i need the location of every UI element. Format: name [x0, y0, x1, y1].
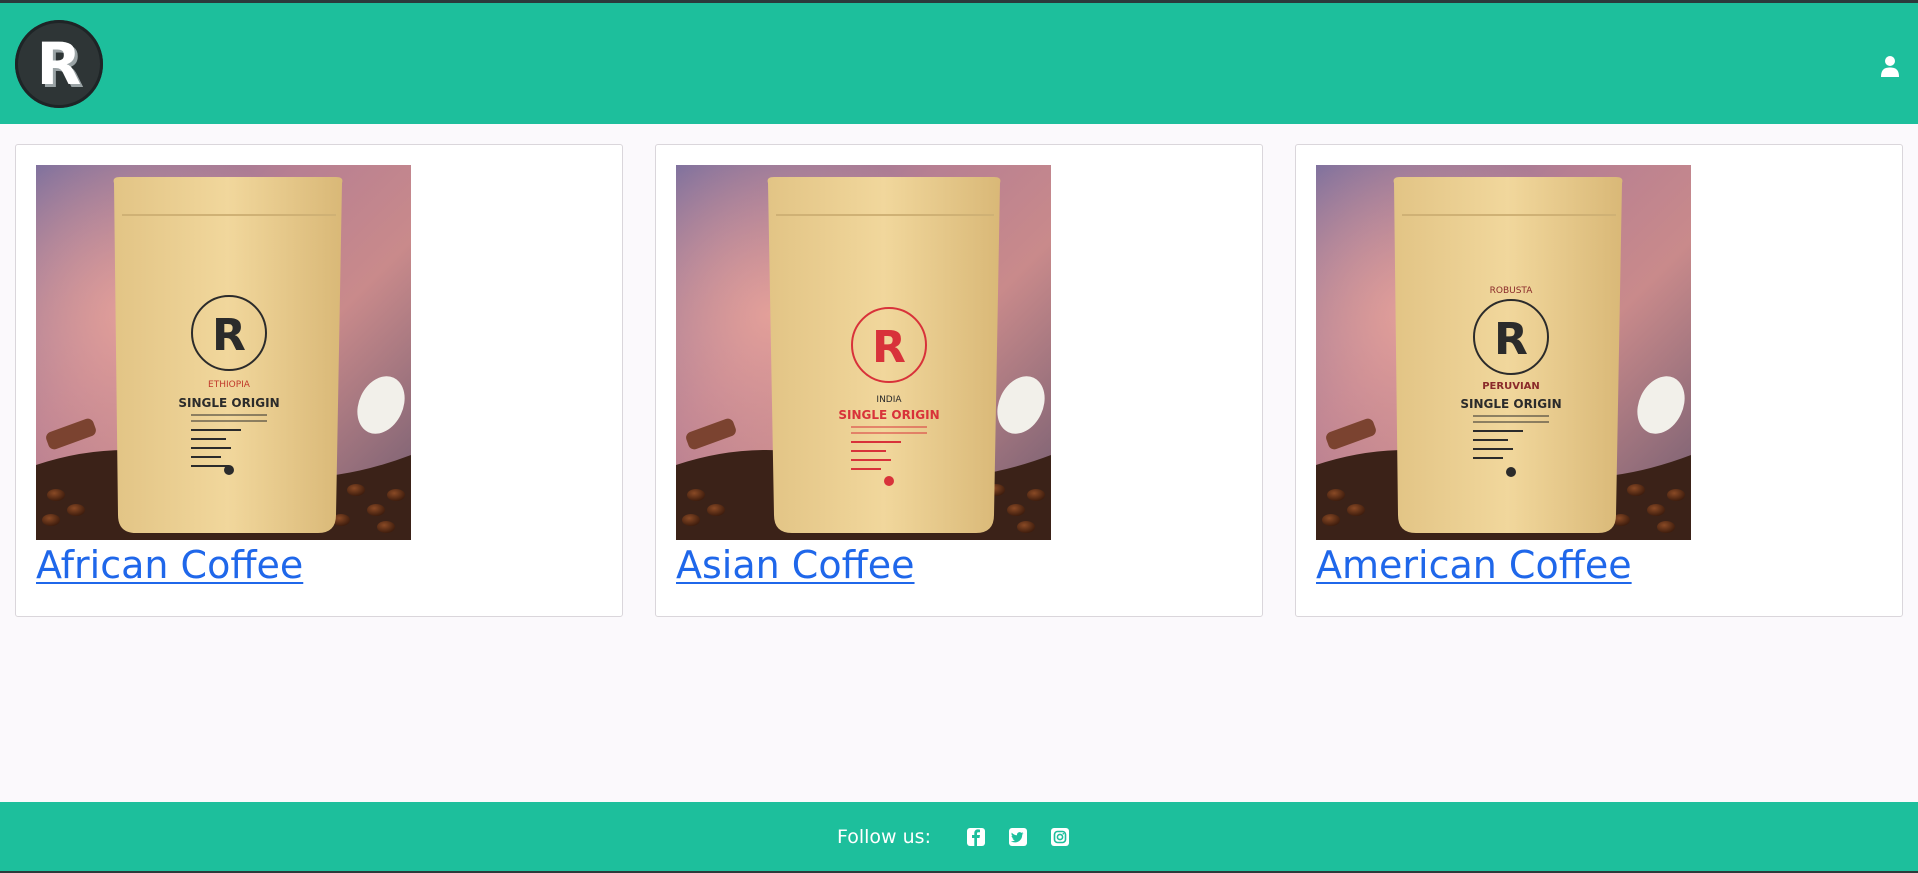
follow-us-label: Follow us:: [837, 825, 931, 848]
svg-text:SINGLE ORIGIN: SINGLE ORIGIN: [838, 408, 939, 422]
svg-text:INDIA: INDIA: [876, 395, 902, 405]
instagram-icon[interactable]: [1050, 827, 1070, 847]
product-image-african[interactable]: R ETHIOPIA SINGLE ORIGIN: [36, 165, 411, 540]
top-navbar: R: [0, 0, 1918, 124]
svg-text:SINGLE ORIGIN: SINGLE ORIGIN: [1460, 397, 1561, 411]
twitter-icon[interactable]: [1008, 827, 1028, 847]
svg-text:R: R: [872, 322, 906, 373]
product-link-african[interactable]: African Coffee: [36, 543, 303, 587]
brand-logo[interactable]: R: [15, 20, 103, 108]
product-card-asian: R INDIA SINGLE ORIGIN Asian Coffee: [655, 144, 1263, 617]
svg-text:ETHIOPIA: ETHIOPIA: [208, 380, 251, 390]
product-image-asian[interactable]: R INDIA SINGLE ORIGIN: [676, 165, 1051, 540]
facebook-icon[interactable]: [966, 827, 986, 847]
svg-text:PERUVIAN: PERUVIAN: [1482, 381, 1540, 392]
svg-text:R: R: [212, 310, 246, 361]
svg-text:ROBUSTA: ROBUSTA: [1490, 286, 1534, 296]
product-link-asian[interactable]: Asian Coffee: [676, 543, 915, 587]
footer: Follow us:: [0, 802, 1918, 873]
svg-text:R: R: [1494, 314, 1528, 365]
user-icon[interactable]: [1880, 55, 1900, 77]
product-card-american: ROBUSTA R PERUVIAN SINGLE ORIGIN America…: [1295, 144, 1903, 617]
product-card-african: R ETHIOPIA SINGLE ORIGIN African Coffee: [15, 144, 623, 617]
product-link-american[interactable]: American Coffee: [1316, 543, 1632, 587]
svg-text:SINGLE ORIGIN: SINGLE ORIGIN: [178, 396, 279, 410]
logo-letter: R: [36, 30, 82, 98]
product-image-american[interactable]: ROBUSTA R PERUVIAN SINGLE ORIGIN: [1316, 165, 1691, 540]
